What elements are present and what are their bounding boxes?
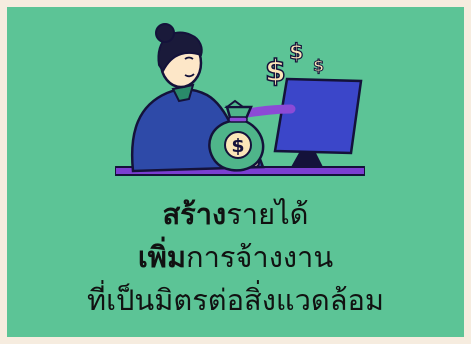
money-bag-dollar: $ [231, 135, 244, 157]
caption-line-2-text: การจ้างงาน [186, 240, 334, 274]
caption-line-1: สร้างรายได้ [7, 193, 464, 236]
dollar-sign-icon: $ [265, 54, 286, 89]
dollar-sign-icon: $ [313, 56, 324, 75]
caption-line-1-bold: สร้าง [162, 197, 227, 231]
dollar-sign-icon: $ [289, 40, 304, 64]
caption-line-1-text: รายได้ [226, 197, 309, 231]
caption-line-3: ที่เป็นมิตรต่อสิ่งแวดล้อม [86, 283, 384, 317]
promo-card: $ $ $ $ สร้างรายได้ เพิ่มการจ้างงาน ที่เ… [7, 7, 464, 337]
caption-line-2: เพิ่มการจ้างงาน [7, 236, 464, 279]
caption-line-2-bold: เพิ่ม [137, 240, 187, 274]
monitor-icon [273, 77, 363, 167]
caption: สร้างรายได้ เพิ่มการจ้างงาน ที่เป็นมิตรต… [7, 193, 464, 322]
woman-at-computer-with-money-bag-icon: $ $ $ $ [115, 23, 365, 176]
